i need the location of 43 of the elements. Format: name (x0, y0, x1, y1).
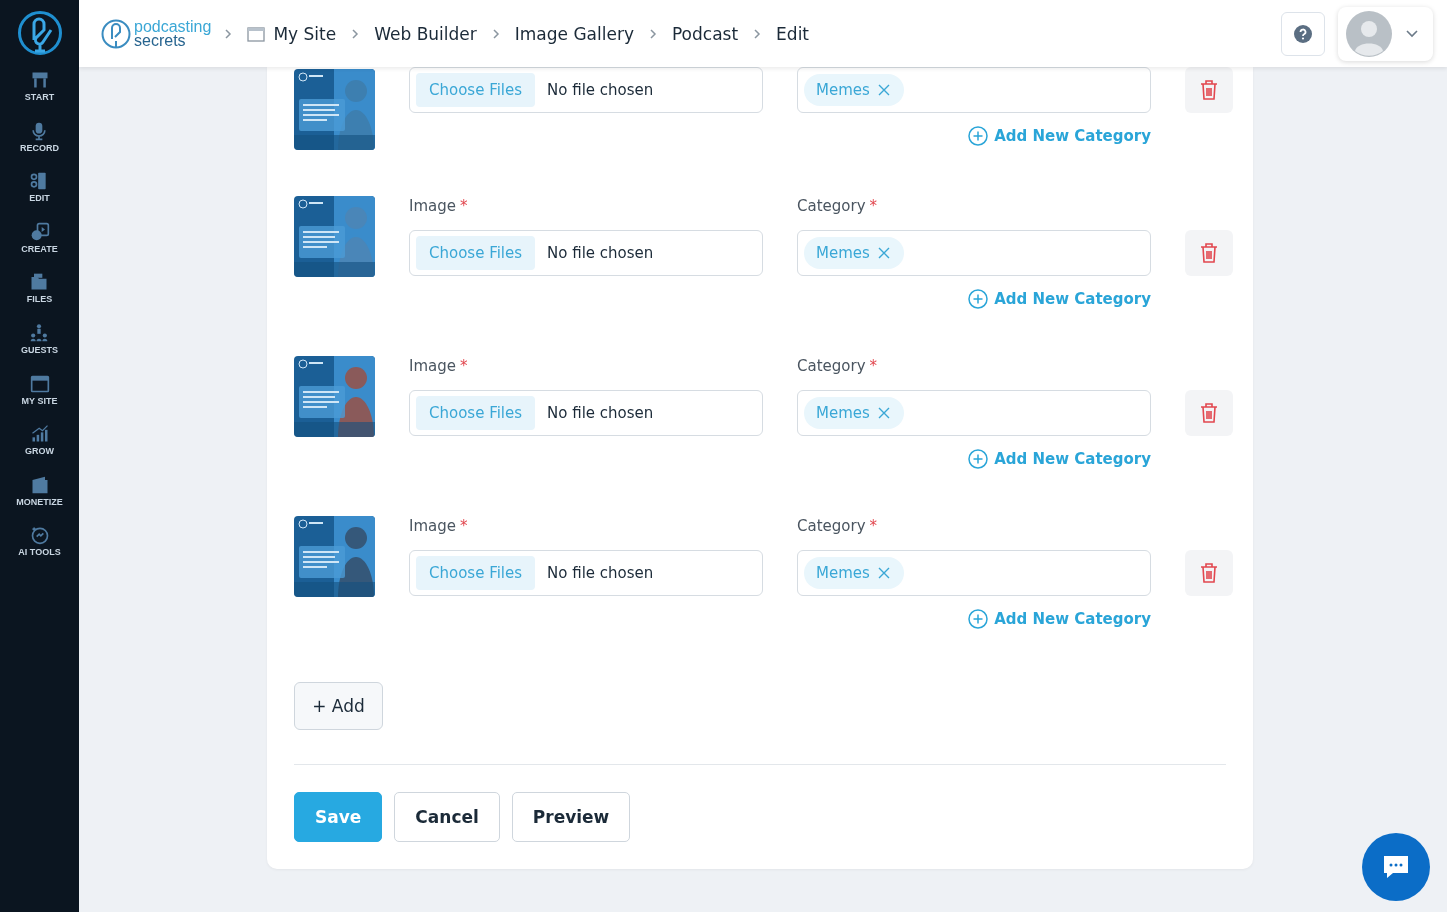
logo-text: podcasting secrets (134, 19, 212, 48)
field-label: Image (409, 517, 456, 535)
action-button[interactable]: Cancel (394, 792, 500, 842)
required-mark: * (869, 197, 878, 215)
file-input[interactable]: Choose Files No file chosen (409, 67, 763, 113)
category-tag: Memes (804, 237, 904, 269)
field-label: Category (797, 357, 866, 375)
file-input[interactable]: Choose Files No file chosen (409, 390, 763, 436)
field-label: Image (409, 357, 456, 375)
file-status: No file chosen (547, 564, 654, 582)
breadcrumb-link[interactable]: My Site (273, 23, 337, 44)
breadcrumb-link[interactable]: Web Builder (374, 23, 477, 44)
sidebar-item[interactable]: CREATE (21, 221, 58, 273)
category-tag: Memes (804, 74, 904, 106)
field-label: Category (797, 517, 866, 535)
required-mark: * (869, 517, 878, 535)
field-label: Image (409, 197, 456, 215)
file-input[interactable]: Choose Files No file chosen (409, 230, 763, 276)
required-mark: * (460, 197, 468, 215)
required-mark: * (460, 517, 468, 535)
add-button[interactable]: + Add (294, 682, 383, 730)
sidebar-item[interactable]: AI TOOLS (18, 525, 61, 576)
required-mark: * (460, 357, 468, 375)
action-button[interactable]: Preview (511, 792, 631, 842)
sidebar-item[interactable]: EDIT (29, 171, 50, 222)
sidebar-item[interactable]: RECORD (20, 120, 59, 172)
file-status: No file chosen (547, 244, 654, 262)
sidebar-item[interactable]: START (24, 70, 55, 121)
sidebar-item[interactable]: GROW (25, 424, 54, 475)
file-status: No file chosen (547, 81, 654, 99)
sidebar-item[interactable]: MY SITE (21, 373, 58, 425)
category-tag: Memes (804, 397, 904, 429)
sidebar-item[interactable]: FILES (26, 272, 53, 323)
file-input[interactable]: Choose Files No file chosen (409, 550, 763, 596)
breadcrumb-link[interactable]: Image Gallery (514, 23, 634, 44)
required-mark: * (869, 357, 878, 375)
sidebar-item[interactable]: GUESTS (21, 322, 58, 374)
field-label: Category (797, 197, 866, 215)
breadcrumb-link[interactable]: Podcast (671, 23, 739, 44)
file-status: No file chosen (547, 404, 654, 422)
category-tag: Memes (804, 557, 904, 589)
sidebar-item[interactable]: MONETIZE (16, 474, 63, 526)
breadcrumb-link[interactable]: Edit (776, 23, 809, 44)
